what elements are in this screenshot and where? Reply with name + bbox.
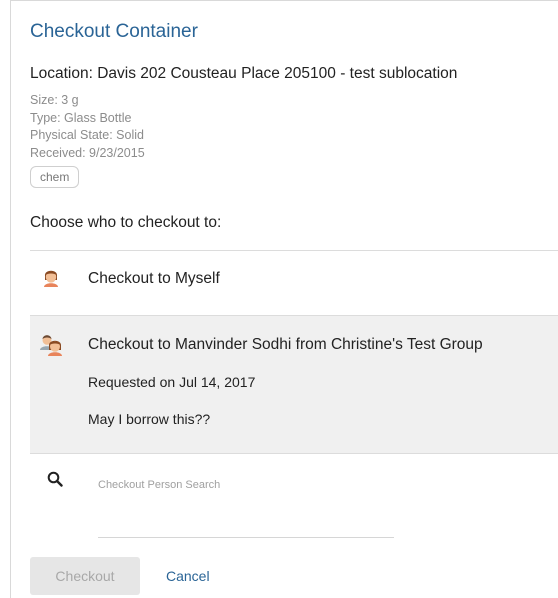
meta-type: Type: Glass Bottle xyxy=(30,110,132,125)
checkout-button[interactable]: Checkout xyxy=(30,557,140,595)
meta-size: Size: 3 g xyxy=(30,93,79,107)
dialog-title: Checkout Container xyxy=(30,21,198,42)
checkout-dialog: Checkout Container Location: Davis 202 C… xyxy=(10,0,558,598)
container-tag: chem xyxy=(30,166,80,188)
container-meta: Size: 3 g Type: Glass Bottle Physical St… xyxy=(30,92,145,162)
search-icon xyxy=(47,471,63,492)
choose-recipient-label: Choose who to checkout to: xyxy=(30,214,222,231)
checkout-to-myself-label: Checkout to Myself xyxy=(88,270,220,287)
request-message: May I borrow this?? xyxy=(88,411,211,427)
request-date: Requested on Jul 14, 2017 xyxy=(88,374,256,390)
meta-received: Received: 9/23/2015 xyxy=(30,145,145,160)
meta-physical-state: Physical State: Solid xyxy=(30,128,144,142)
cancel-button[interactable]: Cancel xyxy=(157,557,219,595)
checkout-request-label: Checkout to Manvinder Sodhi from Christi… xyxy=(88,336,483,353)
container-location: Location: Davis 202 Cousteau Place 20510… xyxy=(30,65,458,82)
divider xyxy=(30,453,558,454)
person-avatar-icon xyxy=(41,265,61,292)
group-avatar-icon xyxy=(38,332,66,361)
checkout-person-search-input[interactable] xyxy=(98,463,394,538)
checkout-to-myself-option[interactable]: Checkout to Myself xyxy=(30,251,558,315)
checkout-request-option[interactable]: Checkout to Manvinder Sodhi from Christi… xyxy=(30,316,558,453)
